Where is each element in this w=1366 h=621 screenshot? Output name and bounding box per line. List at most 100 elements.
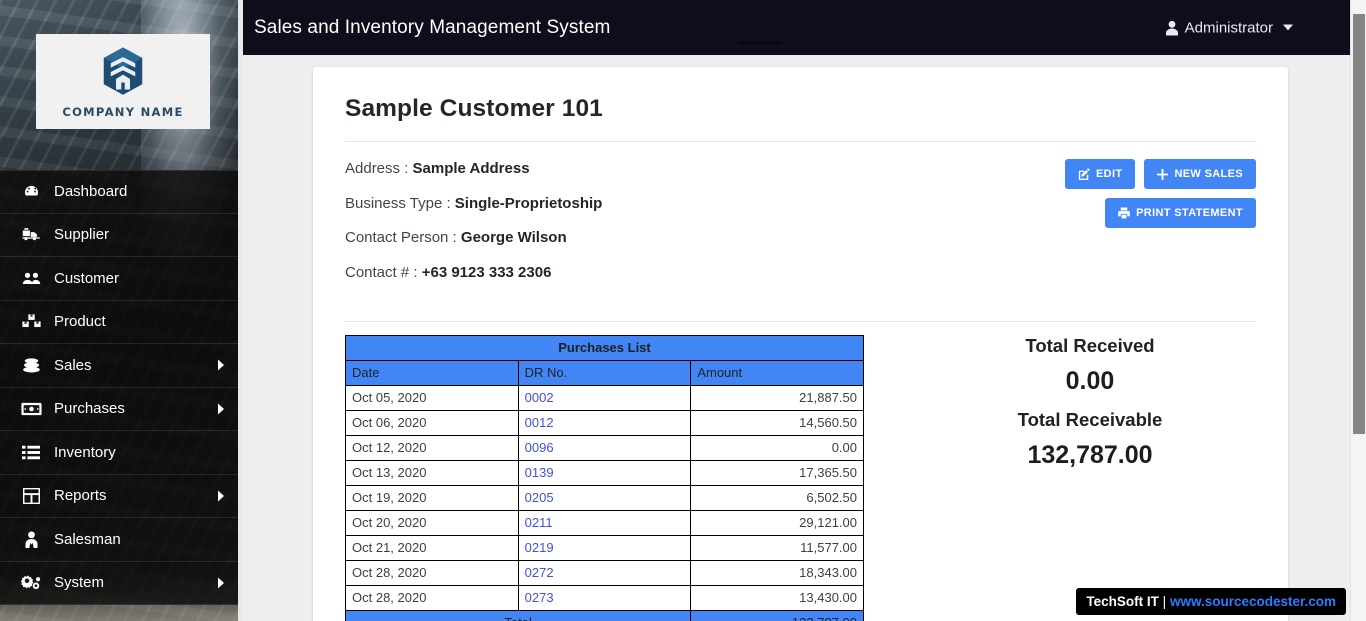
table-row: Oct 13, 2020 0139 17,365.50 [345,460,864,486]
cell-dr-no[interactable]: 0272 [517,560,692,586]
cell-dr-no[interactable]: 0205 [517,485,692,511]
detail-row-contact-person: Contact Person : George Wilson [345,228,1256,248]
topbar-artifact [738,42,782,44]
cell-dr-no[interactable]: 0012 [517,410,692,436]
table-header-row: Date DR No. Amount [345,360,864,386]
print-statement-button-label: PRINT STATEMENT [1136,207,1243,219]
new-sales-button[interactable]: NEW SALES [1144,159,1256,189]
detail-label: Business Type : [345,194,451,212]
sidebar-item-customer[interactable]: Customer [0,257,243,301]
dr-no-link[interactable]: 0211 [525,515,553,530]
customer-detail-card: Sample Customer 101 Address : Sample Add… [313,67,1288,621]
cell-amount: 6,502.50 [690,485,864,511]
cell-date: Oct 28, 2020 [345,585,519,611]
detail-row-contact-number: Contact # : +63 9123 333 2306 [345,263,1256,283]
money-bill-icon [18,402,44,416]
cell-amount: 13,430.00 [690,585,864,611]
sidebar-item-salesman[interactable]: Salesman [0,518,243,562]
cell-date: Oct 19, 2020 [345,485,519,511]
dr-no-link[interactable]: 0139 [525,465,554,480]
title-divider [345,141,1256,142]
sidebar-item-inventory[interactable]: Inventory [0,431,243,475]
chevron-right-icon [217,489,226,502]
sidebar-item-label: Inventory [54,443,116,461]
sidebar-item-label: Customer [54,269,120,287]
gears-icon [18,574,44,591]
cell-amount: 18,343.00 [690,560,864,586]
table-row: Oct 19, 2020 0205 6,502.50 [345,485,864,511]
watermark-badge: TechSoft IT | www.sourcecodester.com [1076,588,1346,615]
total-received-value: 0.00 [1065,367,1115,395]
purchases-table-wrapper: Purchases List Date DR No. Amount Oct 05… [344,335,864,621]
table-row: Oct 28, 2020 0273 13,430.00 [345,585,864,611]
table-row: Oct 20, 2020 0211 29,121.00 [345,510,864,536]
building-logo-icon [95,44,151,100]
cell-date: Oct 06, 2020 [345,410,519,436]
column-header-date: Date [345,360,519,386]
cell-date: Oct 28, 2020 [345,560,519,586]
cell-date: Oct 13, 2020 [345,460,519,486]
watermark-brand: TechSoft IT [1086,594,1159,609]
page-content: Sample Customer 101 Address : Sample Add… [243,55,1356,621]
user-menu[interactable]: Administrator [1165,19,1293,36]
top-navbar: Sales and Inventory Management System Ad… [243,0,1366,55]
sidebar-item-system[interactable]: System [0,561,243,605]
detail-label: Contact Person : [345,229,457,246]
total-received-label: Total Received [1025,335,1155,356]
dr-no-link[interactable]: 0012 [525,415,554,430]
table-row: Oct 06, 2020 0012 14,560.50 [345,410,864,436]
sidebar-item-reports[interactable]: Reports [0,474,243,518]
dr-no-link[interactable]: 0002 [525,390,554,405]
detail-value: Sample Address [412,160,530,177]
purchases-table-title: Purchases List [345,335,864,361]
dr-no-link[interactable]: 0272 [525,565,554,580]
company-logo[interactable]: COMPANY NAME [36,34,210,129]
scrollbar-thumb[interactable] [1353,14,1365,434]
cell-date: Oct 20, 2020 [345,510,519,536]
cell-dr-no[interactable]: 0273 [517,585,692,611]
cell-date: Oct 05, 2020 [345,385,519,411]
cell-dr-no[interactable]: 0096 [517,435,692,461]
dr-no-link[interactable]: 0219 [525,540,554,555]
detail-value: +63 9123 333 2306 [421,263,552,281]
truck-icon [18,226,44,243]
cell-dr-no[interactable]: 0219 [517,535,692,561]
sidebar-item-label: System [54,574,105,592]
watermark-separator: | [1158,594,1170,609]
cell-dr-no[interactable]: 0211 [517,510,692,536]
vertical-scrollbar[interactable] [1350,0,1366,621]
action-buttons: EDIT NEW SALES PRINT STATEMENT [1046,159,1256,228]
chevron-right-icon [217,359,226,372]
sidebar-item-product[interactable]: Product [0,300,243,344]
chevron-right-icon [217,576,226,589]
sidebar-item-sales[interactable]: Sales [0,344,243,388]
dr-no-link[interactable]: 0205 [525,490,554,505]
sidebar-item-purchases[interactable]: Purchases [0,387,243,431]
cell-date: Oct 21, 2020 [345,535,519,561]
user-menu-label: Administrator [1184,19,1273,36]
sidebar-item-label: Purchases [54,400,125,418]
sidebar-item-supplier[interactable]: Supplier [0,213,243,257]
sidebar-item-label: Sales [54,356,92,374]
dr-no-link[interactable]: 0273 [525,590,554,605]
table-row: Oct 28, 2020 0272 18,343.00 [345,560,864,586]
table-row: Oct 05, 2020 0002 21,887.50 [345,385,864,411]
cell-amount: 17,365.50 [690,460,864,486]
column-header-amount: Amount [690,360,864,386]
sidebar-item-dashboard[interactable]: Dashboard [0,170,243,214]
sidebar-item-label: Dashboard [54,183,128,201]
sidebar: COMPANY NAME Dashboard Supplier Customer [0,0,243,621]
list-icon [18,445,44,460]
edit-button[interactable]: EDIT [1064,159,1136,189]
cell-dr-no[interactable]: 0002 [517,385,692,411]
print-statement-button[interactable]: PRINT STATEMENT [1105,198,1256,228]
watermark-url[interactable]: www.sourcecodester.com [1170,594,1336,609]
sidebar-item-label: Product [54,313,106,331]
user-tie-icon [18,531,44,548]
sidebar-item-label: Salesman [54,530,121,548]
sidebar-item-label: Supplier [54,226,110,244]
company-logo-text: COMPANY NAME [62,105,184,119]
boxes-icon [18,313,44,330]
cell-dr-no[interactable]: 0139 [517,460,692,486]
dr-no-link[interactable]: 0096 [525,440,554,455]
